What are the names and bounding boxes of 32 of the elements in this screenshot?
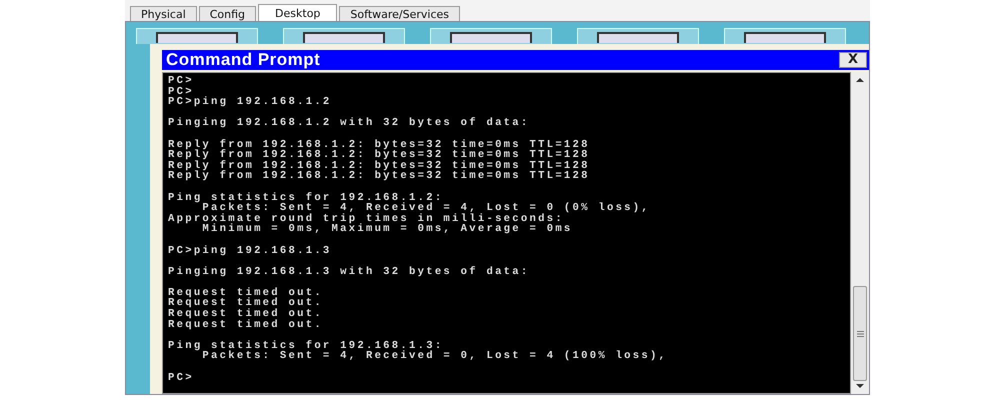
scroll-down-icon[interactable]: [856, 384, 864, 388]
terminal-line: Reply from 192.168.1.2: bytes=32 time=0ms TTL=128: [168, 150, 591, 161]
terminal-line: PC>: [168, 76, 195, 87]
terminal-line: Request timed out.: [168, 298, 324, 310]
close-button[interactable]: X: [839, 52, 867, 68]
tab[interactable]: Config: [198, 6, 256, 21]
terminal-line: PC>ping 192.168.1.2: [168, 97, 333, 108]
terminal-line: Packets: Sent = 4, Received = 4, Lost = 0 (0% loss),: [202, 203, 652, 214]
window-title: Command Prompt: [166, 50, 320, 70]
terminal-line: Packets: Sent = 4, Received = 0, Lost = 4 (100% loss),: [201, 351, 668, 362]
tab[interactable]: Software/Services: [339, 6, 460, 21]
tab[interactable]: Physical: [130, 6, 197, 21]
terminal-line: Pinging 192.168.1.2 with 32 bytes of data:: [168, 118, 531, 129]
scrollbar[interactable]: [851, 72, 869, 394]
terminal-line: Ping statistics for 192.168.1.2:: [168, 192, 444, 204]
terminal-line: Reply from 192.168.1.2: bytes=32 time=0ms TTL=128: [168, 140, 591, 150]
terminal-line: Request timed out.: [168, 320, 324, 330]
terminal-line: Reply from 192.168.1.2: bytes=32 time=0ms TTL=128: [168, 171, 591, 182]
terminal-line: Ping statistics for 192.168.1.3:: [168, 340, 444, 352]
terminal-line: PC>: [168, 372, 195, 384]
terminal-line: Minimum = 0ms, Maximum = 0ms, Average = 0ms: [202, 224, 574, 235]
terminal-line: Request timed out.: [168, 288, 324, 298]
scroll-up-icon[interactable]: [856, 78, 864, 82]
terminal-line: PC>ping 192.168.1.3: [168, 246, 333, 256]
tab[interactable]: Desktop: [258, 4, 338, 21]
grip-icon: [856, 330, 864, 336]
scrollbar-thumb[interactable]: [853, 286, 867, 381]
terminal-line: Reply from 192.168.1.2: bytes=32 time=0ms TTL=128: [168, 160, 591, 172]
terminal-line: PC>: [168, 86, 194, 98]
terminal-line: Request timed out.: [168, 309, 324, 320]
terminal-line: Approximate round trip times in milli-seconds:: [168, 214, 564, 224]
terminal-line: Pinging 192.168.1.3 with 32 bytes of data:: [168, 266, 531, 278]
